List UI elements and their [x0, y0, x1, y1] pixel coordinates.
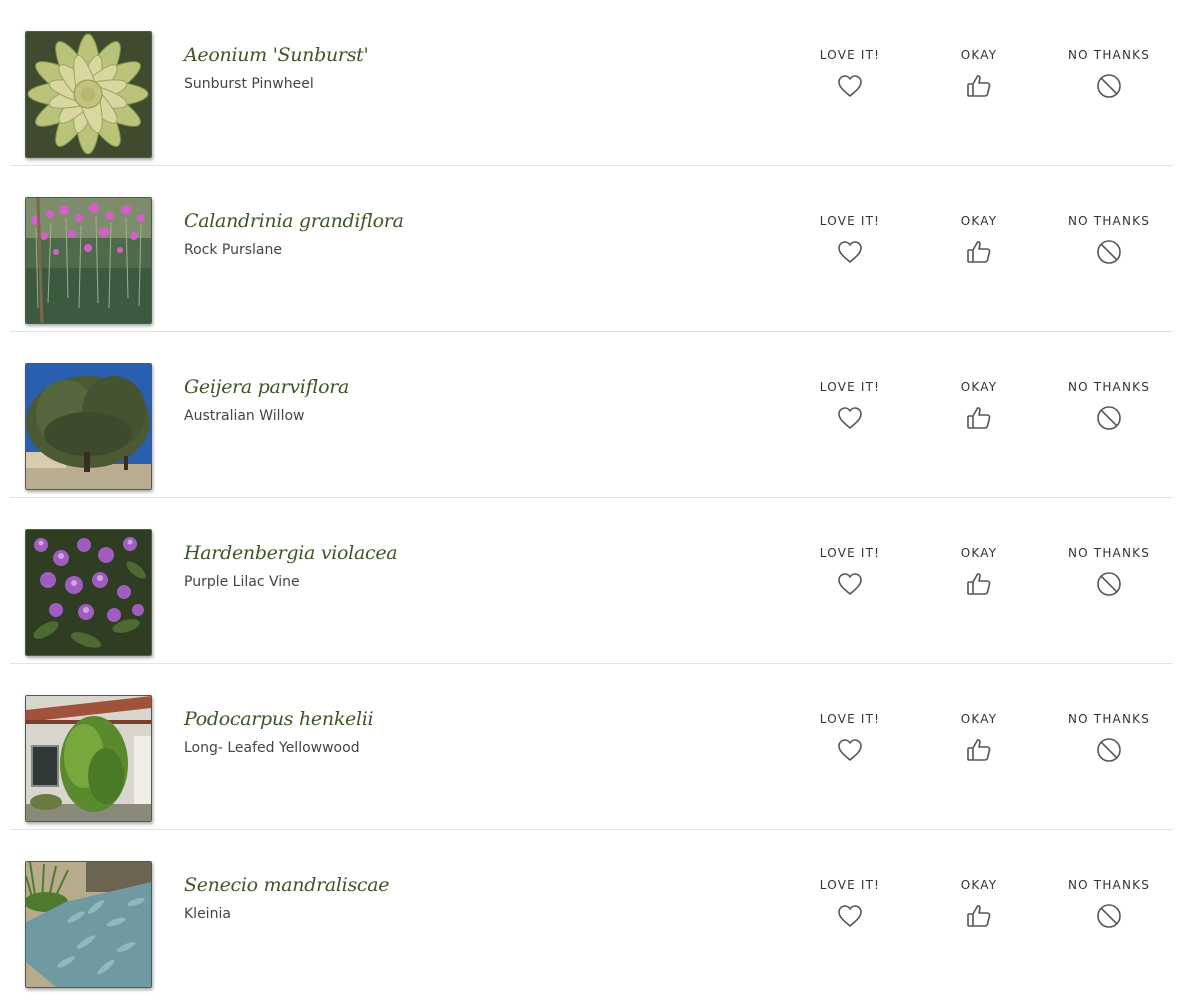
love-it-button[interactable]: LOVE IT!: [795, 214, 905, 266]
no-thanks-label: NO THANKS: [1067, 546, 1151, 560]
plant-common-name: Long- Leafed Yellowwood: [184, 740, 360, 756]
love-it-button[interactable]: LOVE IT!: [795, 546, 905, 598]
love-it-label: LOVE IT!: [819, 380, 881, 394]
prohibited-icon: [1095, 238, 1123, 266]
love-it-label: LOVE IT!: [819, 214, 881, 228]
no-thanks-button[interactable]: NO THANKS: [1054, 712, 1164, 764]
plant-photo-aeonium[interactable]: [25, 31, 152, 158]
thumbs-up-icon: [965, 736, 993, 764]
plant-scientific-name[interactable]: Geijera parviflora: [184, 376, 349, 398]
okay-button[interactable]: OKAY: [924, 878, 1034, 930]
okay-label: OKAY: [960, 380, 998, 394]
thumbs-up-icon: [965, 238, 993, 266]
plant-photo-calandrinia[interactable]: [25, 197, 152, 324]
heart-icon: [836, 736, 864, 764]
okay-label: OKAY: [960, 214, 998, 228]
okay-button[interactable]: OKAY: [924, 48, 1034, 100]
plant-photo-podocarpus[interactable]: [25, 695, 152, 822]
thumbs-up-icon: [965, 570, 993, 598]
love-it-button[interactable]: LOVE IT!: [795, 878, 905, 930]
heart-icon: [836, 404, 864, 432]
heart-icon: [836, 72, 864, 100]
no-thanks-label: NO THANKS: [1067, 878, 1151, 892]
plant-photo-geijera[interactable]: [25, 363, 152, 490]
plant-scientific-name[interactable]: Podocarpus henkelii: [184, 708, 374, 730]
love-it-label: LOVE IT!: [819, 878, 881, 892]
prohibited-icon: [1095, 72, 1123, 100]
plant-scientific-name[interactable]: Senecio mandraliscae: [184, 874, 390, 896]
love-it-label: LOVE IT!: [819, 712, 881, 726]
no-thanks-button[interactable]: NO THANKS: [1054, 380, 1164, 432]
plant-scientific-name[interactable]: Calandrinia grandiflora: [184, 210, 404, 232]
heart-icon: [836, 902, 864, 930]
okay-button[interactable]: OKAY: [924, 546, 1034, 598]
no-thanks-button[interactable]: NO THANKS: [1054, 878, 1164, 930]
blue-succulent-groundcover-image: [26, 862, 151, 987]
thumbs-up-icon: [965, 902, 993, 930]
plant-scientific-name[interactable]: Aeonium 'Sunburst': [184, 44, 369, 66]
love-it-button[interactable]: LOVE IT!: [795, 48, 905, 100]
plant-row: Aeonium 'Sunburst' Sunburst Pinwheel LOV…: [10, 0, 1173, 166]
heart-icon: [836, 570, 864, 598]
no-thanks-button[interactable]: NO THANKS: [1054, 546, 1164, 598]
okay-label: OKAY: [960, 48, 998, 62]
okay-button[interactable]: OKAY: [924, 214, 1034, 266]
no-thanks-label: NO THANKS: [1067, 380, 1151, 394]
prohibited-icon: [1095, 570, 1123, 598]
no-thanks-label: NO THANKS: [1067, 214, 1151, 228]
okay-button[interactable]: OKAY: [924, 380, 1034, 432]
thumbs-up-icon: [965, 404, 993, 432]
no-thanks-button[interactable]: NO THANKS: [1054, 48, 1164, 100]
plant-row: Senecio mandraliscae Kleinia LOVE IT! OK…: [10, 830, 1173, 996]
plant-common-name: Sunburst Pinwheel: [184, 76, 314, 92]
prohibited-icon: [1095, 404, 1123, 432]
okay-label: OKAY: [960, 712, 998, 726]
plant-photo-hardenbergia[interactable]: [25, 529, 152, 656]
okay-label: OKAY: [960, 878, 998, 892]
plant-common-name: Rock Purslane: [184, 242, 282, 258]
love-it-button[interactable]: LOVE IT!: [795, 712, 905, 764]
plant-common-name: Kleinia: [184, 906, 231, 922]
love-it-label: LOVE IT!: [819, 546, 881, 560]
plant-row: Calandrinia grandiflora Rock Purslane LO…: [10, 166, 1173, 332]
plant-common-name: Australian Willow: [184, 408, 305, 424]
prohibited-icon: [1095, 902, 1123, 930]
plant-common-name: Purple Lilac Vine: [184, 574, 300, 590]
pink-flower-field-image: [26, 198, 151, 323]
willow-tree-image: [26, 364, 151, 489]
okay-button[interactable]: OKAY: [924, 712, 1034, 764]
no-thanks-label: NO THANKS: [1067, 48, 1151, 62]
plant-row: Podocarpus henkelii Long- Leafed Yelloww…: [10, 664, 1173, 830]
succulent-rosette-image: [26, 32, 151, 157]
heart-icon: [836, 238, 864, 266]
no-thanks-label: NO THANKS: [1067, 712, 1151, 726]
no-thanks-button[interactable]: NO THANKS: [1054, 214, 1164, 266]
love-it-button[interactable]: LOVE IT!: [795, 380, 905, 432]
plant-row: Hardenbergia violacea Purple Lilac Vine …: [10, 498, 1173, 664]
plant-row: Geijera parviflora Australian Willow LOV…: [10, 332, 1173, 498]
love-it-label: LOVE IT!: [819, 48, 881, 62]
shrub-by-house-image: [26, 696, 151, 821]
okay-label: OKAY: [960, 546, 998, 560]
plant-scientific-name[interactable]: Hardenbergia violacea: [184, 542, 398, 564]
plant-photo-senecio[interactable]: [25, 861, 152, 988]
prohibited-icon: [1095, 736, 1123, 764]
purple-flower-vine-image: [26, 530, 151, 655]
thumbs-up-icon: [965, 72, 993, 100]
